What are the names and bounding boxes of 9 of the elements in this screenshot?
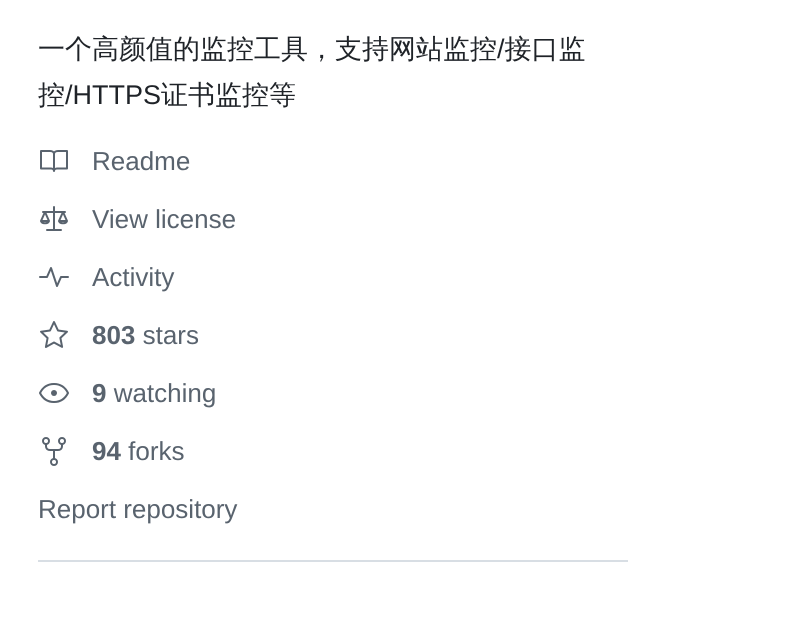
sidebar-link[interactable]: Readme (92, 142, 190, 180)
repo-description: 一个高颜值的监控工具，支持网站监控/接口监控/HTTPS证书监控等 (38, 33, 587, 112)
sidebar-link[interactable]: 94 forks (92, 432, 184, 470)
star-icon (38, 319, 70, 351)
sidebar-link[interactable]: 803 stars (92, 316, 199, 354)
sidebar-link[interactable]: 9 watching (92, 374, 216, 412)
sidebar-link[interactable]: View license (92, 200, 236, 238)
report-link[interactable]: Report repository (38, 480, 238, 538)
sidebar-link[interactable]: Activity (92, 258, 174, 296)
